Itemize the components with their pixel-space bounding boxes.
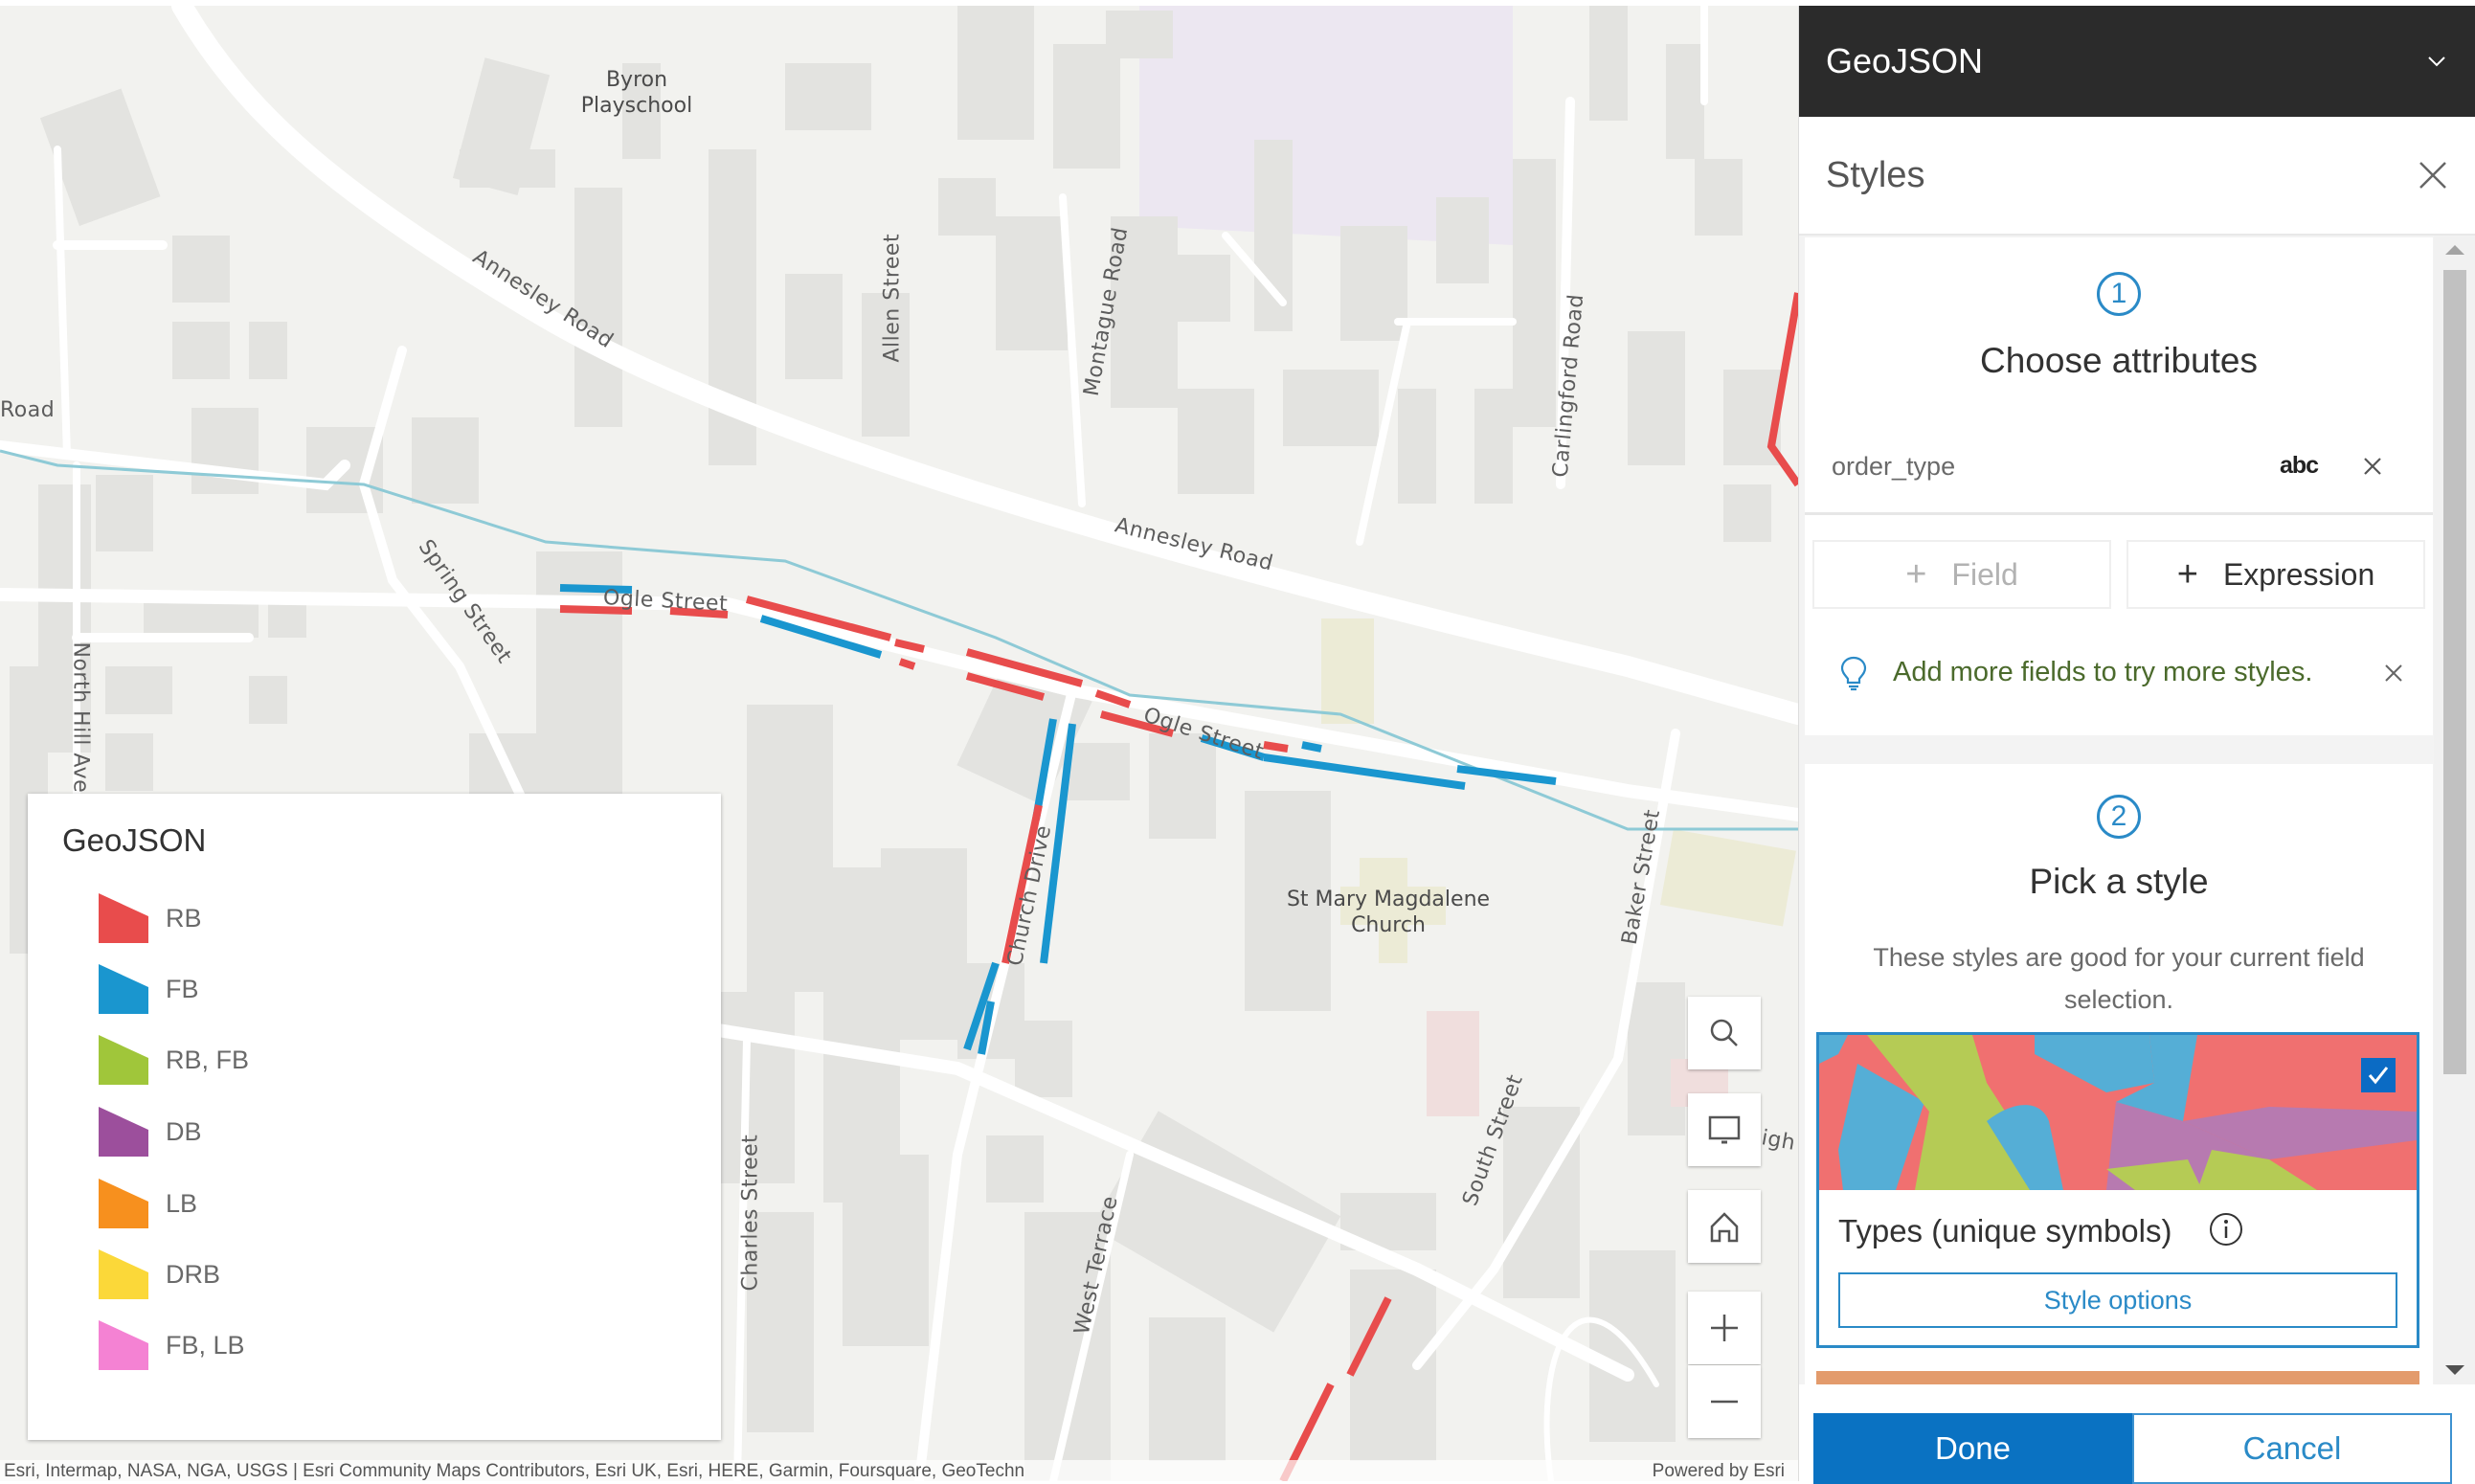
legend-label: DRB [166,1259,221,1289]
scroll-up-arrow[interactable] [2445,245,2464,255]
fb-segment [1301,741,1322,753]
step-2-badge: 2 [2097,795,2141,839]
layer-header[interactable]: GeoJSON [1799,6,2475,117]
legend-item: DB [97,1103,202,1160]
poi-label-line: St Mary Magdalene [1286,888,1491,911]
next-style-thumbnail[interactable] [1816,1371,2419,1384]
attribution-text: Esri, Intermap, NASA, NGA, USGS | Esri C… [4,1461,1025,1481]
panel-footer: Done Cancel [1799,1384,2475,1484]
scroll-down-arrow[interactable] [2445,1365,2464,1375]
info-icon[interactable] [2208,1211,2244,1248]
poi-label-line: Byron [605,68,668,92]
poi-building [1427,1011,1479,1116]
remove-attribute-icon[interactable] [2360,454,2385,479]
legend-swatch [99,1179,148,1228]
home-icon [1710,1212,1739,1243]
legend-label: LB [166,1188,198,1218]
zoom-out-button[interactable] [1688,1365,1761,1438]
legend-item: DRB [97,1246,220,1303]
legend-label: FB [166,974,199,1003]
rb-segment [559,605,633,615]
home-button[interactable] [1688,1190,1761,1263]
legend-swatch [99,1249,148,1299]
styles-scroll-area: 1 Choose attributes order_type abc + Fie… [1799,236,2434,1384]
fb-segment [559,584,633,594]
map-view[interactable]: Byron Playschool Annesley Road Annesley … [0,6,1798,1481]
minus-icon [1711,1400,1738,1404]
checkmark-icon [2368,1067,2389,1085]
add-field-label: Field [1951,556,2018,592]
map-attribution: Esri, Intermap, NASA, NGA, USGS | Esri C… [0,1460,1798,1481]
rb-segment [1099,710,1175,737]
choose-attributes-card: 1 Choose attributes order_type abc + Fie… [1805,237,2433,735]
plus-icon: + [2176,553,2198,595]
legend-title: GeoJSON [62,822,207,858]
legend-item: RB, FB [97,1031,249,1089]
poi-label-line: Playschool [580,94,693,118]
monitor-icon [1708,1115,1741,1144]
add-field-button[interactable]: + Field [1812,540,2111,609]
step-1-badge: 1 [2097,272,2141,316]
choose-attributes-title: Choose attributes [1979,341,2258,380]
legend-swatch [99,1107,148,1157]
style-options-button[interactable]: Style options [1838,1272,2397,1328]
pick-style-title: Pick a style [2029,862,2209,901]
legend-swatch [99,964,148,1014]
legend-label: RB, FB [166,1045,250,1074]
add-expression-label: Expression [2222,556,2375,592]
style-selected-checkbox[interactable] [2361,1058,2396,1092]
legend-item: FB, LB [97,1316,245,1374]
style-option-title: Types (unique symbols) [1838,1213,2172,1248]
close-tip-icon[interactable] [2383,663,2404,684]
done-button[interactable]: Done [1813,1413,2132,1484]
style-thumbnail [1819,1035,2417,1190]
pick-style-card: 2 Pick a style These styles are good for… [1805,764,2433,1384]
zoom-in-button[interactable] [1688,1292,1761,1364]
rb-segment [1001,804,1043,964]
lightbulb-icon [1840,656,1867,691]
add-expression-button[interactable]: + Expression [2126,540,2425,609]
powered-by-link[interactable]: Powered by Esri [1653,1460,1785,1481]
poi-label-line: Church [1351,913,1426,937]
style-option-types-unique-symbols[interactable]: Types (unique symbols) Style options [1816,1032,2419,1348]
layer-title: GeoJSON [1826,41,1984,80]
pick-style-description: These styles are good for your current f… [1873,943,2365,1014]
legend-swatch [99,1320,148,1370]
plus-icon [1711,1315,1738,1341]
poi-building [1659,829,1796,927]
attribute-name: order_type [1832,452,1956,481]
poi-label-byron-playschool: Byron Playschool [574,67,699,119]
legend-label: RB [166,903,202,933]
poi-label-st-mary-magdalene-church: St Mary Magdalene Church [1264,887,1513,938]
tip-message: Add more fields to try more styles. [1805,649,2433,697]
styles-title: Styles [1826,154,1925,195]
search-icon [1710,1019,1738,1046]
panel-scrollbar[interactable] [2434,236,2475,1384]
selected-attribute-row: order_type abc [1805,429,2433,515]
rb-segment [1263,741,1289,753]
legend-swatch [99,1035,148,1085]
legend-panel: GeoJSON RB FB RB, FB DB LB DRB FB, LB [28,794,721,1440]
search-button[interactable] [1688,997,1761,1069]
tip-text: Add more fields to try more styles. [1893,657,2313,687]
basemap-button[interactable] [1688,1093,1761,1166]
legend-item: FB [97,960,199,1018]
styles-header: Styles [1799,117,2475,236]
string-type-icon: abc [2280,452,2319,479]
cancel-button[interactable]: Cancel [2132,1413,2452,1484]
close-icon[interactable] [2415,157,2451,193]
legend-item: RB [97,889,202,947]
rb-segment [898,658,916,670]
rb-segment [669,607,729,618]
style-thumbnail-image [1819,1035,2417,1190]
legend-item: LB [97,1175,197,1232]
poi-building [1321,618,1374,724]
legend-label: FB, LB [166,1330,245,1360]
legend-swatch [99,893,148,943]
styles-panel: GeoJSON Styles 1 Choose attributes order… [1798,6,2475,1484]
chevron-down-icon[interactable] [2424,49,2449,74]
plus-icon: + [1905,553,1927,595]
scrollbar-thumb[interactable] [2443,270,2466,1074]
legend-label: DB [166,1116,202,1146]
